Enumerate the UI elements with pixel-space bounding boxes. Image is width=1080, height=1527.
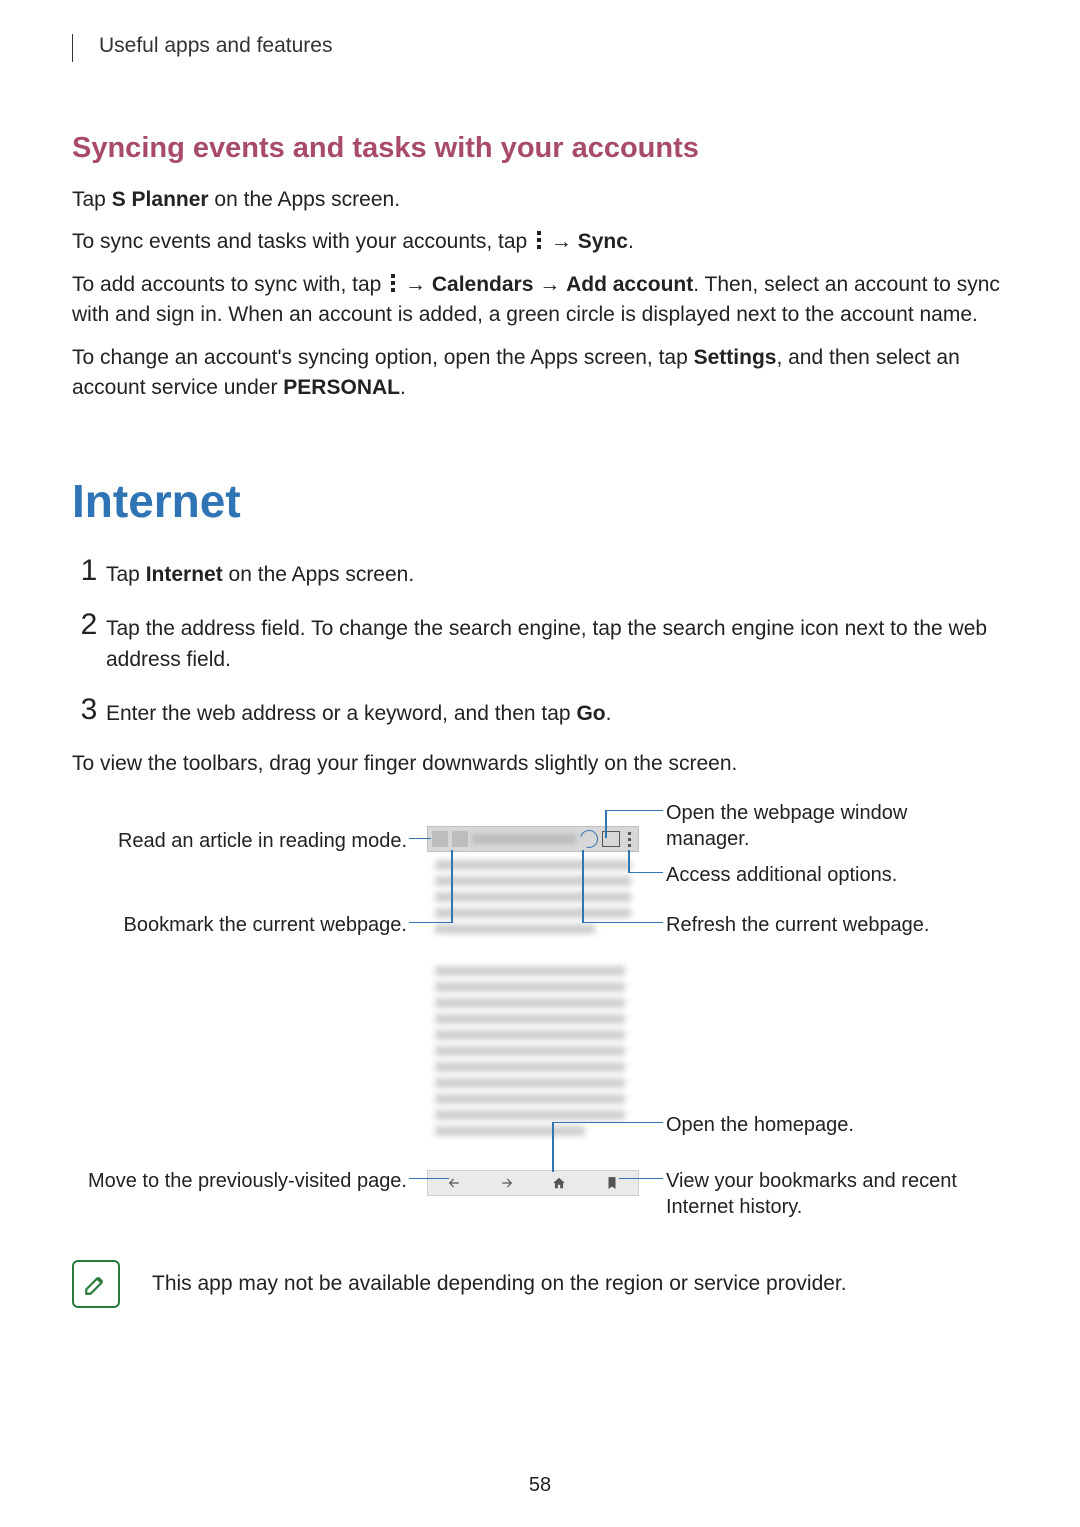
sync-p2: To sync events and tasks with your accou… [72, 227, 1008, 257]
more-icon [624, 831, 634, 847]
blur-text [435, 908, 631, 918]
blur-text [435, 1030, 625, 1040]
callout-line [451, 850, 453, 923]
text-bold: Settings [694, 346, 777, 369]
callout-line [409, 838, 431, 840]
note-text: This app may not be available depending … [152, 1269, 847, 1299]
step-1: 1 Tap Internet on the Apps screen. [72, 556, 1008, 590]
tab-mark-icon [72, 34, 73, 62]
step-number: 3 [72, 695, 106, 725]
blur-text [435, 1062, 625, 1072]
step-number: 1 [72, 556, 106, 586]
bookmark-star-icon [452, 831, 468, 847]
blur-text [435, 924, 595, 934]
blur-text [435, 966, 625, 976]
section-heading-sync: Syncing events and tasks with your accou… [72, 132, 1008, 165]
blur-text [435, 1078, 625, 1088]
text: → [399, 273, 432, 296]
callout-prev: Move to the previously-visited page. [72, 1168, 407, 1194]
home-icon [552, 1176, 566, 1190]
callout-bookmark: Bookmark the current webpage. [72, 912, 407, 938]
callout-history: View your bookmarks and recent Internet … [666, 1168, 1006, 1220]
step-text: Tap the address field. To change the sea… [106, 610, 1008, 675]
note-row: This app may not be available depending … [72, 1260, 1008, 1308]
text-bold: PERSONAL [283, 376, 400, 399]
callout-reading-mode: Read an article in reading mode. [72, 828, 407, 854]
step-3: 3 Enter the web address or a keyword, an… [72, 695, 1008, 729]
bottom-toolbar [427, 1170, 639, 1196]
breadcrumb-text: Useful apps and features [99, 34, 332, 58]
document-page: Useful apps and features Syncing events … [0, 0, 1080, 1308]
text: on the Apps screen. [209, 188, 400, 211]
blur-text [435, 1126, 585, 1136]
text: . [400, 376, 406, 399]
callout-line [552, 1122, 663, 1124]
callout-line [552, 1122, 554, 1172]
step-number: 2 [72, 610, 106, 640]
blur-text [435, 1014, 625, 1024]
after-steps: To view the toolbars, drag your finger d… [72, 749, 1008, 779]
callout-line [628, 872, 663, 874]
section-heading-internet: Internet [72, 474, 1008, 528]
address-bar [427, 826, 639, 852]
callout-line [605, 810, 607, 838]
callout-line [619, 1178, 663, 1180]
blur-text [435, 892, 631, 902]
text: . [628, 230, 634, 253]
callout-more-options: Access additional options. [666, 862, 996, 888]
pencil-in-box-icon [83, 1271, 109, 1297]
step-text: Tap Internet on the Apps screen. [106, 556, 414, 590]
text: on the Apps screen. [223, 563, 414, 586]
reading-mode-icon [432, 831, 448, 847]
breadcrumb: Useful apps and features [100, 34, 1008, 62]
phone-mock [427, 826, 639, 1196]
url-field [472, 834, 576, 844]
text: Tap [106, 563, 146, 586]
text: To change an account's syncing option, o… [72, 346, 694, 369]
text-bold: Calendars [432, 273, 534, 296]
callout-line [605, 810, 663, 812]
text: → [533, 273, 566, 296]
back-icon [447, 1176, 461, 1190]
more-icon [389, 274, 397, 294]
bookmarks-history-icon [605, 1176, 619, 1190]
sync-p3: To add accounts to sync with, tap → Cale… [72, 270, 1008, 331]
browser-diagram: Read an article in reading mode. Bookmar… [72, 800, 1008, 1230]
sync-p4: To change an account's syncing option, o… [72, 343, 1008, 404]
callout-line [582, 922, 663, 924]
page-number: 58 [0, 1474, 1080, 1497]
callout-line [409, 922, 451, 924]
blur-text [435, 1046, 625, 1056]
sync-p1: Tap S Planner on the Apps screen. [72, 185, 1008, 215]
text: → [545, 230, 578, 253]
text-bold: Go [576, 702, 605, 725]
note-icon [72, 1260, 120, 1308]
blur-text [435, 1094, 625, 1104]
callout-line [628, 850, 630, 873]
callout-line [409, 1178, 449, 1180]
forward-icon [500, 1176, 514, 1190]
text: Tap [72, 188, 112, 211]
refresh-icon [577, 827, 602, 852]
callout-homepage: Open the homepage. [666, 1112, 996, 1138]
callout-line [582, 850, 584, 923]
blur-text [435, 998, 625, 1008]
text: . [606, 702, 612, 725]
more-icon [535, 231, 543, 251]
blur-text [435, 1110, 625, 1120]
callout-refresh: Refresh the current webpage. [666, 912, 996, 938]
text-bold: Sync [578, 230, 628, 253]
blur-text [435, 876, 631, 886]
text-bold: Add account [566, 273, 693, 296]
blur-text [435, 982, 625, 992]
blur-text [435, 860, 631, 870]
text: To add accounts to sync with, tap [72, 273, 387, 296]
text-bold: S Planner [112, 188, 209, 211]
step-text: Enter the web address or a keyword, and … [106, 695, 611, 729]
text: To sync events and tasks with your accou… [72, 230, 533, 253]
step-2: 2 Tap the address field. To change the s… [72, 610, 1008, 675]
text: Enter the web address or a keyword, and … [106, 702, 576, 725]
text-bold: Internet [146, 563, 223, 586]
callout-window-manager: Open the webpage window manager. [666, 800, 996, 852]
